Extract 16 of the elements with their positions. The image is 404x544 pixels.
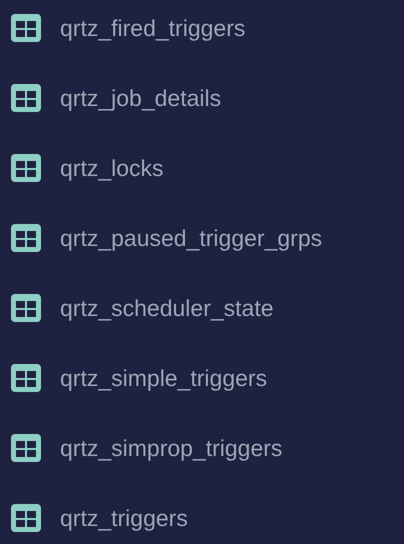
table-name[interactable]: qrtz_job_details	[60, 80, 222, 116]
table-name[interactable]: qrtz_triggers	[60, 500, 188, 536]
table-icon	[11, 434, 41, 462]
table-icon	[11, 84, 41, 112]
table-icon	[11, 224, 41, 252]
table-icon	[11, 504, 41, 532]
table-icon	[11, 294, 41, 322]
table-name[interactable]: qrtz_simple_triggers	[60, 360, 268, 396]
table-icon	[11, 154, 41, 182]
table-icon	[11, 14, 41, 42]
table-name[interactable]: qrtz_paused_trigger_grps	[60, 220, 322, 256]
table-name[interactable]: qrtz_simprop_triggers	[60, 430, 282, 466]
table-name[interactable]: qrtz_fired_triggers	[60, 10, 246, 46]
table-name[interactable]: qrtz_scheduler_state	[60, 290, 274, 326]
table-name[interactable]: qrtz_locks	[60, 150, 164, 186]
table-icon	[11, 364, 41, 392]
